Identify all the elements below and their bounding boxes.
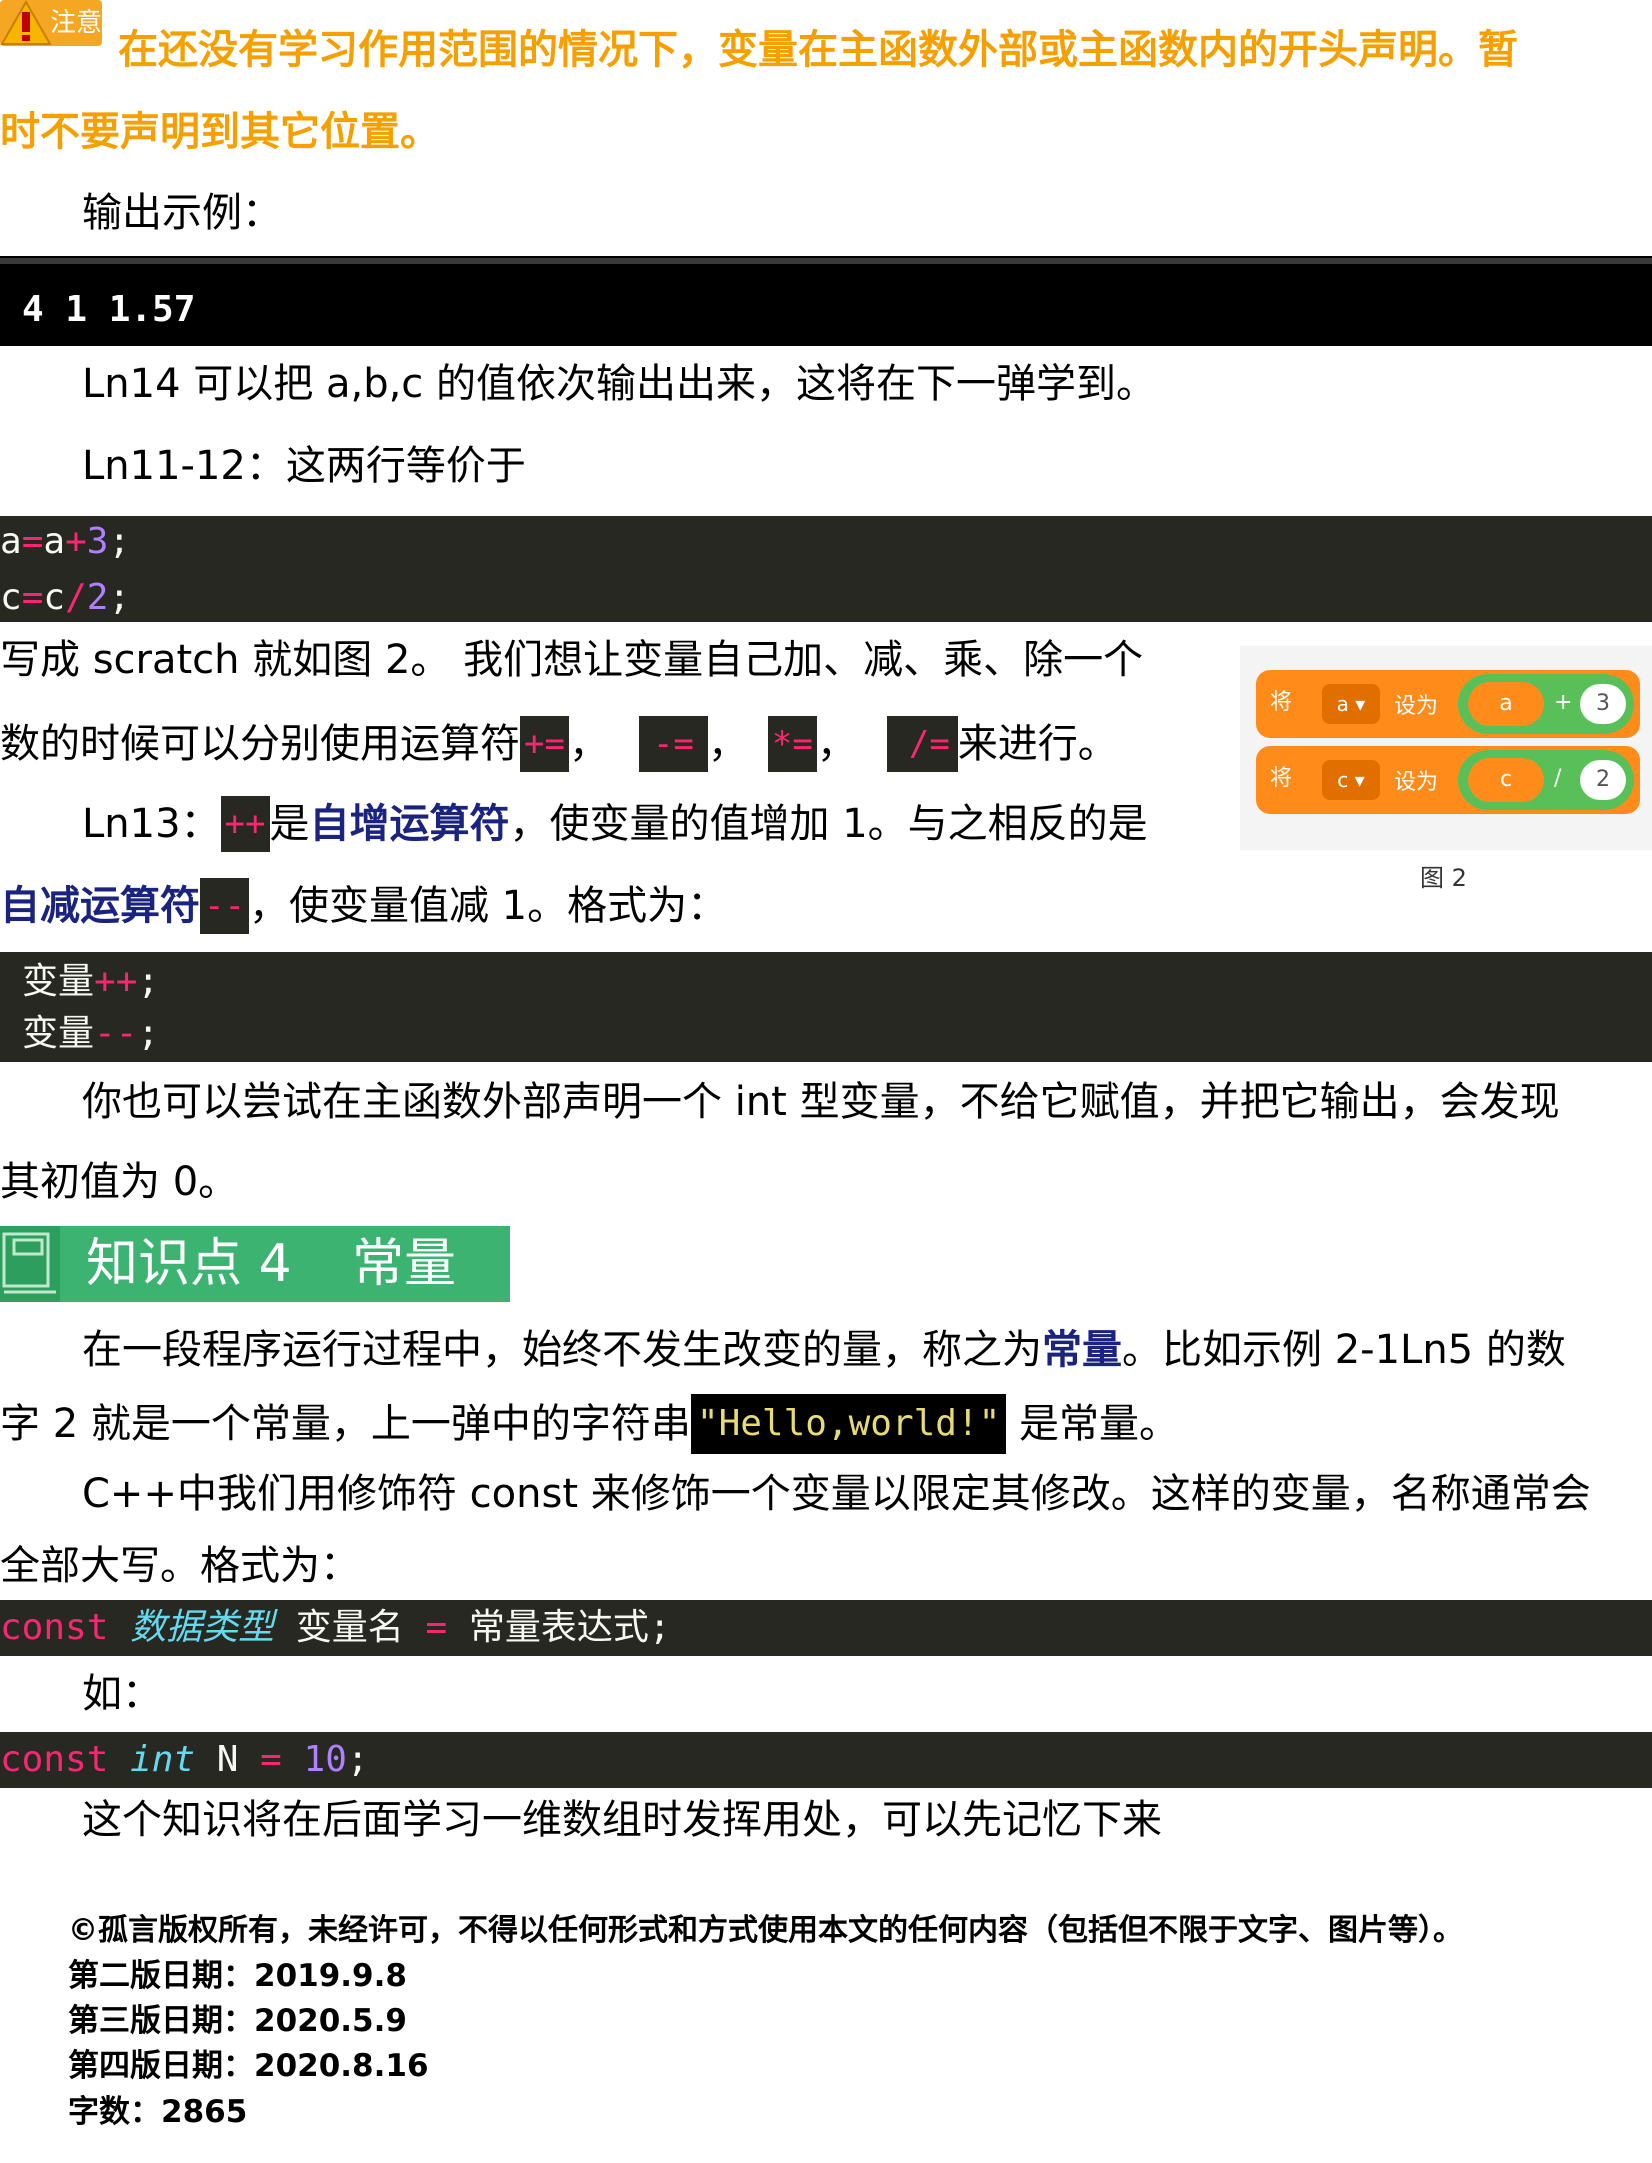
code-block-incdec: 变量++; 变量--; [0, 952, 1652, 1062]
warning-text-line2: 时不要声明到其它位置。 [0, 109, 440, 155]
code-line: c=c/2; [0, 577, 131, 618]
op-chip: /= [886, 716, 958, 772]
code-block-assign: a=a+3; c=c/2; [0, 516, 1652, 622]
output-box: 4 1 1.57 [0, 256, 1652, 346]
const-para-line4: 全部大写。格式为： [0, 1543, 360, 1589]
op-chip: -- [200, 878, 249, 934]
warning-badge: 注意 [0, 0, 102, 46]
const-para-line2: 字 2 就是一个常量，上一弹中的字符串 "Hello,world!" 是常量。 [0, 1394, 1179, 1454]
footer-copyright: ©孤言版权所有，未经许可，不得以任何形式和方式使用本文的任何内容（包括但不限于文… [68, 1913, 1463, 1948]
footer-v4: 第四版日期：2020.8.16 [68, 2048, 429, 2084]
term-decrement: 自减运算符 [0, 883, 200, 929]
figure-caption: 图 2 [1420, 864, 1467, 892]
scratch-set-label: 将 [1270, 690, 1293, 715]
code-line: 变量++; [22, 961, 160, 1002]
footer-v3: 第三版日期：2020.5.9 [68, 2003, 407, 2039]
scratch-operator-add: a + 3 [1458, 674, 1634, 734]
warning-icon [0, 0, 52, 45]
output-value: 4 1 1.57 [22, 289, 196, 330]
section-title: 知识点 4 [86, 1234, 292, 1294]
para-init-line1: 你也可以尝试在主函数外部声明一个 int 型变量，不给它赋值，并把它输出，会发现 [82, 1079, 1560, 1125]
section-header: 知识点 4 常量 [0, 1226, 510, 1302]
scratch-para-line2: 数的时候可以分别使用运算符 +=， -=， *=，/= 来进行。 [0, 716, 1118, 772]
section-subtitle: 常量 [352, 1234, 457, 1294]
op-chip: *= [767, 716, 817, 772]
op-chip: += [520, 716, 569, 772]
string-chip: "Hello,world!" [690, 1394, 1007, 1454]
code-block-const-example: const int N = 10; [0, 1732, 1652, 1788]
op-chip: ++ [220, 796, 270, 852]
scratch-to-label: 设为 [1394, 694, 1439, 719]
const-para-line1: 在一段程序运行过程中，始终不发生改变的量，称之为常量。比如示例 2-1Ln5 的… [82, 1327, 1566, 1373]
term-constant: 常量 [1042, 1327, 1122, 1373]
example-label: 如： [82, 1671, 162, 1717]
para-ln14: Ln14 可以把 a,b,c 的值依次输出出来，这将在下一弹学到。 [82, 361, 1157, 407]
scratch-para-line1: 写成 scratch 就如图 2。 我们想让变量自己加、减、乘、除一个 [0, 637, 1144, 683]
scratch-block-a: 将 a ▾ 设为 a + 3 [1256, 670, 1640, 738]
ln13-para-line1: Ln13： ++ 是自增运算符，使变量的值增加 1。与之相反的是 [82, 796, 1148, 852]
para-init-line2: 其初值为 0。 [0, 1159, 239, 1205]
code-block-const-syntax: const 数据类型 变量名 = 常量表达式; [0, 1600, 1652, 1656]
scratch-var-dropdown[interactable]: a ▾ [1322, 684, 1380, 724]
output-label: 输出示例： [82, 190, 282, 236]
warning-text-line1: 在还没有学习作用范围的情况下，变量在主函数外部或主函数内的开头声明。暂 [118, 27, 1518, 73]
term-increment: 自增运算符 [309, 801, 510, 847]
warning-badge-label: 注意 [50, 8, 103, 38]
footer-word-count: 字数：2865 [68, 2094, 248, 2130]
code-line: const int N = 10; [0, 1739, 369, 1780]
const-para-line3: C++中我们用修饰符 const 来修饰一个变量以限定其修改。这样的变量，名称通… [82, 1471, 1591, 1517]
code-line: a=a+3; [0, 521, 131, 562]
code-line: const 数据类型 变量名 = 常量表达式; [0, 1607, 671, 1648]
scratch-var-dropdown[interactable]: c ▾ [1322, 760, 1380, 800]
code-line: 变量--; [22, 1013, 160, 1054]
footer-v2: 第二版日期：2019.9.8 [68, 1958, 407, 1994]
scratch-operator-div: c / 2 [1458, 750, 1634, 810]
ln13-para-line2: 自减运算符 -- ，使变量值减 1。格式为： [0, 878, 727, 934]
scratch-figure: 将 a ▾ 设为 a + 3 将 c ▾ 设为 c / 2 [1240, 646, 1652, 850]
closing-text: 这个知识将在后面学习一维数组时发挥用处，可以先记忆下来 [82, 1797, 1162, 1843]
book-icon [0, 1226, 60, 1302]
scratch-block-c: 将 c ▾ 设为 c / 2 [1256, 746, 1640, 814]
op-chip: -= [638, 716, 708, 772]
para-ln11: Ln11-12：这两行等价于 [82, 443, 526, 489]
